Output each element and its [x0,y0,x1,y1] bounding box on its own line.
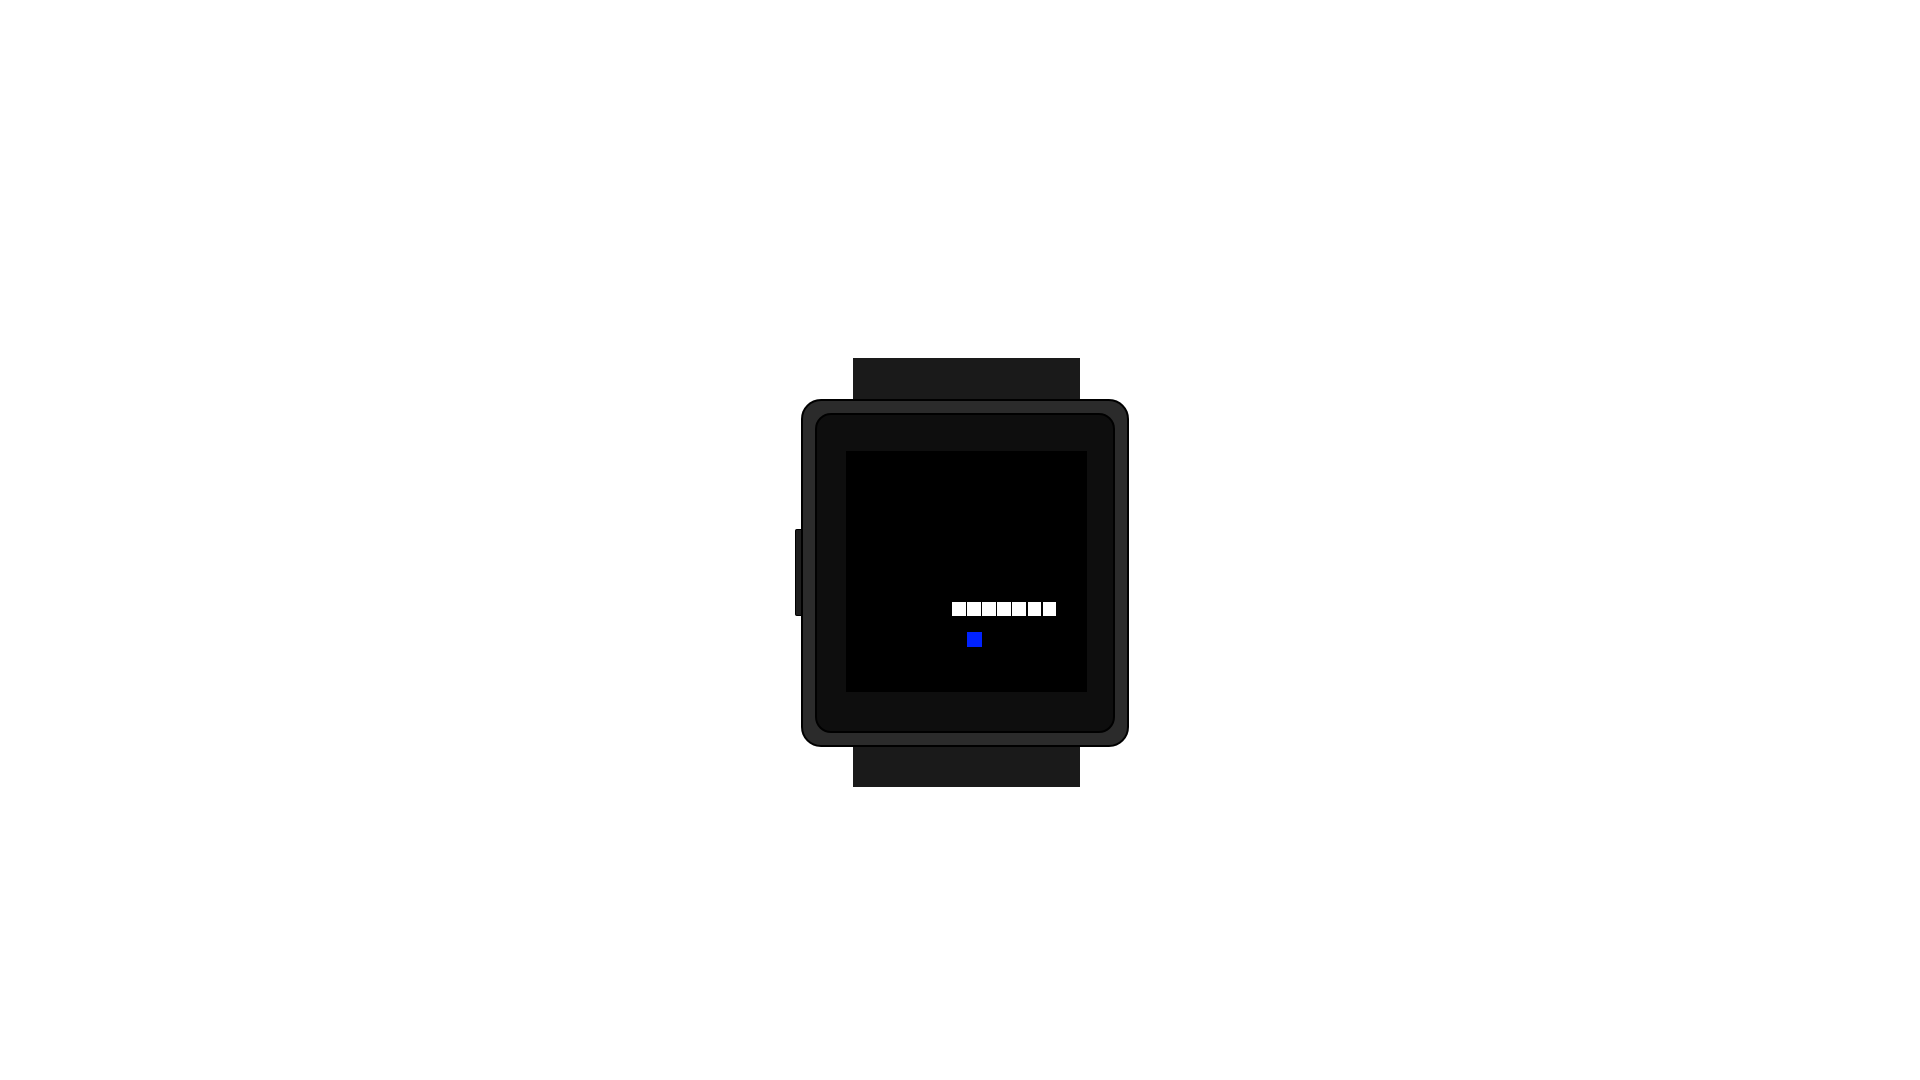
snake-segment [982,602,996,616]
game-screen[interactable] [846,451,1087,692]
snake-segment [952,602,966,616]
watch-strap-top [853,358,1080,400]
snake-segment [997,602,1011,616]
snake-segment [967,602,981,616]
snake-segment [1027,602,1042,616]
snake-head [1042,602,1057,616]
stage [0,0,1920,1080]
food-pellet [966,631,982,647]
watch-strap-bottom [853,744,1080,787]
snake-segment [1012,602,1026,616]
